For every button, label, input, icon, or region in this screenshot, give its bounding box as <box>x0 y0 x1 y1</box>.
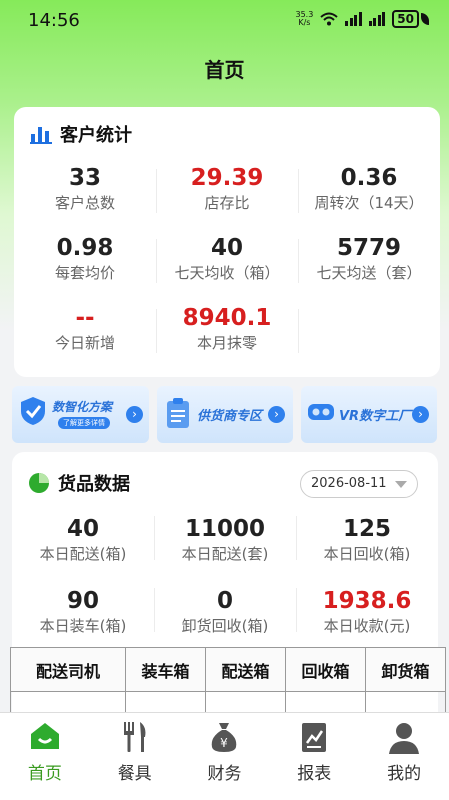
stat-turnover[interactable]: 0.36 周转次（14天） <box>298 163 440 213</box>
col-loaded[interactable]: 装车箱 <box>125 647 206 692</box>
tab-label: 餐具 <box>117 764 152 784</box>
stat-value: 29.39 <box>190 165 264 191</box>
status-bar: 14:56 35.3 K/s 50 <box>0 0 449 44</box>
tab-label: 财务 <box>207 764 242 784</box>
date-value: 2026-08-11 <box>311 476 387 491</box>
signal-icon <box>345 12 362 26</box>
tab-report[interactable]: 报表 <box>269 713 359 800</box>
net-speed: 35.3 K/s <box>295 11 313 27</box>
col-delivered[interactable]: 配送箱 <box>205 647 286 692</box>
stat-month-rounding[interactable]: 8940.1 本月抹零 <box>156 303 298 353</box>
customer-stats-title: 客户统计 <box>60 125 132 146</box>
tab-label: 首页 <box>27 764 62 784</box>
wifi-icon <box>320 12 338 26</box>
page-title: 首页 <box>204 58 245 82</box>
col-driver[interactable]: 配送司机 <box>10 647 126 692</box>
tab-home[interactable]: 首页 <box>0 713 90 800</box>
stat-value: 90 <box>66 588 99 614</box>
stat-label: 本日配送(箱) <box>39 545 127 563</box>
divider <box>298 309 299 353</box>
customer-stats-card: 客户统计 33 客户总数 29.39 店存比 0.36 周转次（14天） 0.9… <box>14 107 440 377</box>
vr-headset-icon <box>308 404 334 420</box>
stat-label: 本日回收(箱) <box>323 545 411 563</box>
stat-value: 5779 <box>336 235 401 261</box>
banner-title: 供货商专区 <box>197 409 263 424</box>
stat-store-ratio[interactable]: 29.39 店存比 <box>156 163 298 213</box>
col-unloaded[interactable]: 卸货箱 <box>365 647 446 692</box>
stat-value: 1938.6 <box>322 588 412 614</box>
table-header-row: 配送司机 装车箱 配送箱 回收箱 卸货箱 <box>10 647 446 692</box>
chevron-right-icon: › <box>126 406 143 423</box>
clipboard-icon <box>167 398 189 428</box>
stat-label: 周转次（14天） <box>314 194 424 212</box>
stat-value: -- <box>75 305 95 331</box>
col-recycled[interactable]: 回收箱 <box>285 647 366 692</box>
stat-day-delivery-set[interactable]: 11000 本日配送(套) <box>154 514 296 564</box>
battery-icon: 50 <box>392 10 429 28</box>
signal-icon-2 <box>368 12 386 26</box>
stat-value: 0 <box>216 588 233 614</box>
stat-label: 卸货回收(箱) <box>181 617 269 635</box>
stat-label: 客户总数 <box>54 194 115 212</box>
stat-value: 8940.1 <box>182 305 272 331</box>
banner-digital-solution[interactable]: 数智化方案 了解更多详情 › <box>12 386 149 443</box>
user-icon <box>389 723 420 754</box>
stat-day-payment[interactable]: 1938.6 本日收款(元) <box>296 586 438 636</box>
stat-day-delivery-box[interactable]: 40 本日配送(箱) <box>12 514 154 564</box>
net-speed-unit: K/s <box>298 18 311 27</box>
home-icon <box>30 723 59 749</box>
tab-label: 报表 <box>297 764 332 784</box>
stat-value: 40 <box>66 516 99 542</box>
status-time: 14:56 <box>28 10 80 31</box>
svg-text:¥: ¥ <box>221 736 229 750</box>
stat-label: 七天均收（箱） <box>174 264 280 282</box>
pie-chart-icon <box>29 473 49 493</box>
stat-avg-price[interactable]: 0.98 每套均价 <box>14 233 156 283</box>
stat-value: 0.98 <box>56 235 114 261</box>
tab-finance[interactable]: ¥ 财务 <box>180 713 270 800</box>
report-icon <box>302 723 327 752</box>
tab-tableware[interactable]: 餐具 <box>90 713 180 800</box>
stat-total-customers[interactable]: 33 客户总数 <box>14 163 156 213</box>
stat-day-loading[interactable]: 90 本日装车(箱) <box>12 586 154 636</box>
stat-unload-recycle[interactable]: 0 卸货回收(箱) <box>154 586 296 636</box>
banner-subtitle: 了解更多详情 <box>58 417 110 429</box>
stat-value: 125 <box>342 516 391 542</box>
stat-label: 今日新增 <box>54 334 115 352</box>
banner-vr-factory[interactable]: VR数字工厂 › <box>301 386 437 443</box>
goods-data-title: 货品数据 <box>58 474 130 495</box>
stat-value: 33 <box>68 165 101 191</box>
stat-label: 七天均送（套） <box>316 264 422 282</box>
stat-label: 每套均价 <box>54 264 115 282</box>
tab-mine[interactable]: 我的 <box>359 713 449 800</box>
bottom-tab-bar: 首页 餐具 ¥ 财务 报表 我的 <box>0 712 449 800</box>
stat-label: 店存比 <box>204 194 250 212</box>
shield-icon <box>21 397 45 425</box>
chevron-down-icon <box>395 481 407 488</box>
tableware-icon <box>123 722 146 752</box>
stat-label: 本日收款(元) <box>323 617 411 635</box>
stat-value: 40 <box>210 235 243 261</box>
stat-new-today[interactable]: -- 今日新增 <box>14 303 156 353</box>
stat-day-recycle[interactable]: 125 本日回收(箱) <box>296 514 438 564</box>
banner-supplier-zone[interactable]: 供货商专区 › <box>157 386 293 443</box>
banner-title: VR数字工厂 <box>339 409 412 424</box>
stat-label: 本日装车(箱) <box>39 617 127 635</box>
leaf-icon <box>421 13 429 25</box>
stat-value: 11000 <box>184 516 266 542</box>
stat-7day-collect[interactable]: 40 七天均收（箱） <box>156 233 298 283</box>
chevron-right-icon: › <box>268 406 285 423</box>
tab-label: 我的 <box>387 764 422 784</box>
stat-value: 0.36 <box>340 165 398 191</box>
stat-7day-deliver[interactable]: 5779 七天均送（套） <box>298 233 440 283</box>
bar-chart-icon <box>30 127 52 144</box>
date-picker[interactable]: 2026-08-11 <box>300 470 418 498</box>
chevron-right-icon: › <box>412 406 429 423</box>
battery-level: 50 <box>392 10 419 28</box>
money-bag-icon: ¥ <box>212 723 237 752</box>
banner-title: 数智化方案 <box>52 400 113 414</box>
stat-label: 本月抹零 <box>196 334 257 352</box>
stat-label: 本日配送(套) <box>181 545 269 563</box>
